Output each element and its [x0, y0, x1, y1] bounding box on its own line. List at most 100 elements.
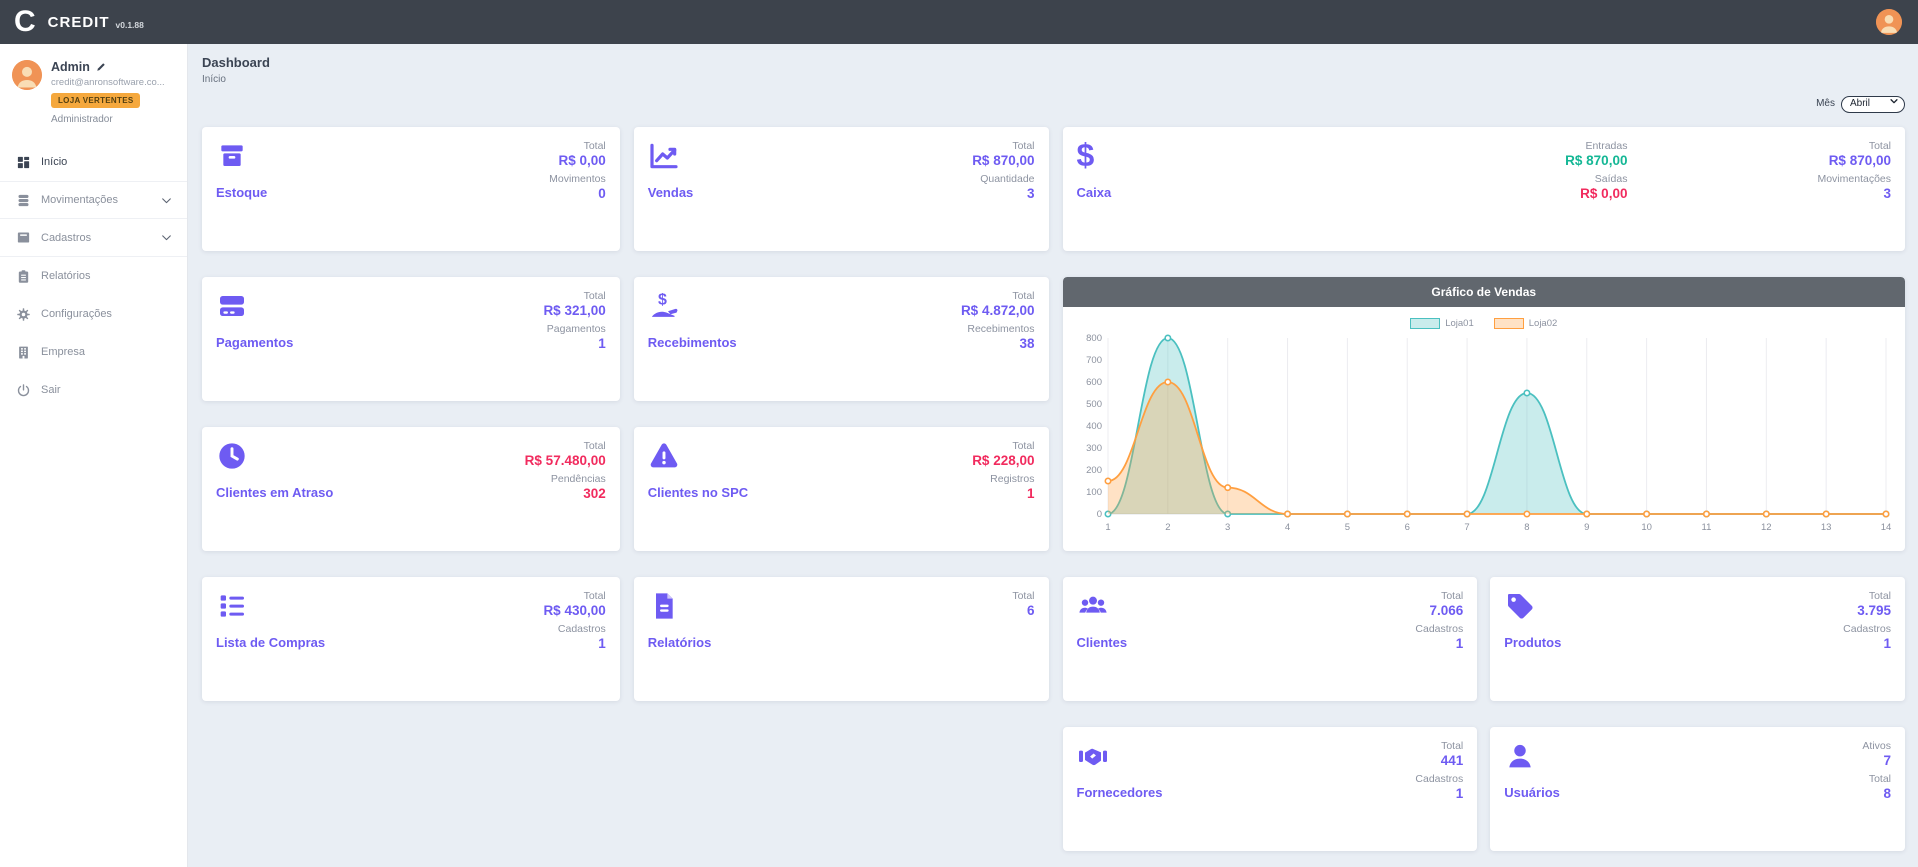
- person-icon: [1876, 9, 1902, 35]
- card-clientes-em-atraso[interactable]: Clientes em AtrasoTotalR$ 57.480,00Pendê…: [202, 427, 620, 551]
- card-title: Pagamentos: [216, 335, 293, 350]
- stat-label: Registros: [972, 473, 1034, 485]
- sidebar-item-label: Empresa: [41, 346, 85, 358]
- svg-text:2: 2: [1165, 522, 1170, 533]
- hand-dollar-icon: $: [648, 290, 680, 322]
- chevron-down-icon: [160, 231, 173, 244]
- card-produtos[interactable]: ProdutosTotal3.795Cadastros1: [1490, 577, 1905, 701]
- sidebar-item-configuracoes[interactable]: Configurações: [0, 295, 187, 333]
- card-pagamentos[interactable]: PagamentosTotalR$ 321,00Pagamentos1: [202, 277, 620, 401]
- sidebar-item-label: Movimentações: [41, 194, 118, 206]
- svg-text:$: $: [658, 292, 667, 309]
- card-left: Relatórios: [648, 587, 712, 691]
- card-title: Usuários: [1504, 785, 1560, 800]
- card-vendas[interactable]: Vendas TotalR$ 870,00 Quantidade3: [634, 127, 1049, 251]
- month-select[interactable]: Abril: [1841, 96, 1905, 113]
- profile-email: credit@anronsoftware.co...: [51, 77, 165, 88]
- stat-group: Total6: [1012, 587, 1034, 691]
- stat-value: 8: [1862, 785, 1891, 803]
- card-fornecedores[interactable]: FornecedoresTotal441Cadastros1: [1063, 727, 1478, 851]
- card-lista-de-compras[interactable]: Lista de ComprasTotalR$ 430,00Cadastros1: [202, 577, 620, 701]
- chevron-down-icon: [160, 194, 173, 207]
- card-relatorios[interactable]: Relatórios Total6: [634, 577, 1049, 701]
- stat-value: R$ 321,00: [543, 302, 605, 320]
- stat-value: 302: [525, 485, 606, 503]
- card-column-2: VendasTotalR$ 870,00Quantidade3$Recebime…: [634, 127, 1049, 851]
- stat-label: Cadastros: [543, 623, 605, 635]
- sidebar-item-movimentacoes[interactable]: Movimentações: [0, 181, 187, 219]
- card-title: Fornecedores: [1077, 785, 1163, 800]
- svg-text:7: 7: [1464, 522, 1469, 533]
- card-left: Usuários: [1504, 737, 1560, 841]
- card-title: Clientes: [1077, 635, 1128, 650]
- sidebar-item-sair[interactable]: Sair: [0, 371, 187, 409]
- stat-label: Total: [972, 140, 1034, 152]
- legend-item-loja01[interactable]: Loja01: [1410, 318, 1474, 329]
- tag-icon: [1504, 590, 1536, 622]
- stat-label: Total: [972, 440, 1034, 452]
- svg-text:0: 0: [1096, 509, 1101, 520]
- card-recebimentos[interactable]: $RecebimentosTotalR$ 4.872,00Recebimento…: [634, 277, 1049, 401]
- card-stats: Ativos7 Total8: [1862, 737, 1891, 841]
- legend-item-loja02[interactable]: Loja02: [1494, 318, 1558, 329]
- svg-text:3: 3: [1225, 522, 1230, 533]
- user-avatar[interactable]: [1876, 9, 1902, 35]
- layers-icon: [16, 193, 31, 208]
- grid-icon: [16, 155, 31, 170]
- stat-label: Total: [1862, 773, 1891, 785]
- stat-label: Total: [549, 140, 606, 152]
- svg-text:12: 12: [1761, 522, 1772, 533]
- legend-swatch: [1410, 318, 1440, 329]
- stat-value: 7.066: [1415, 602, 1463, 620]
- stat-value: R$ 870,00: [1817, 152, 1891, 170]
- card-stats: EntradasR$ 870,00SaídasR$ 0,00TotalR$ 87…: [1565, 137, 1891, 241]
- card-left: Vendas: [648, 137, 694, 241]
- stat-label: Ativos: [1862, 740, 1891, 752]
- stat-value: R$ 870,00: [972, 152, 1034, 170]
- card-caixa[interactable]: $CaixaEntradasR$ 870,00SaídasR$ 0,00Tota…: [1063, 127, 1906, 251]
- sidebar-item-label: Cadastros: [41, 232, 91, 244]
- svg-text:11: 11: [1701, 522, 1711, 533]
- card-stats: TotalR$ 57.480,00Pendências302: [525, 437, 606, 541]
- svg-text:8: 8: [1524, 522, 1529, 533]
- card-estoque[interactable]: EstoqueTotalR$ 0,00Movimentos0: [202, 127, 620, 251]
- stat-value: R$ 870,00: [1565, 152, 1627, 170]
- sales-chart-canvas: 0100200300400500600700800123456789101112…: [1074, 330, 1894, 536]
- stat-label: Total: [543, 590, 605, 602]
- page-title: Dashboard: [202, 55, 1905, 70]
- card-clientes-no-spc[interactable]: Clientes no SPCTotalR$ 228,00Registros1: [634, 427, 1049, 551]
- chart-icon: [648, 140, 680, 172]
- card-title: Vendas: [648, 185, 694, 200]
- stat-group: TotalR$ 228,00Registros1: [972, 437, 1034, 541]
- stat-value: 3: [972, 185, 1034, 203]
- profile-block: Admin credit@anronsoftware.co... LOJA VE…: [0, 44, 187, 133]
- sidebar-item-label: Configurações: [41, 308, 112, 320]
- stat-group: TotalR$ 57.480,00Pendências302: [525, 437, 606, 541]
- stat-group: Total7.066Cadastros1: [1415, 587, 1463, 691]
- stat-value: 7: [1862, 752, 1891, 770]
- app-version: v0.1.88: [116, 20, 144, 30]
- legend-label: Loja02: [1529, 318, 1558, 329]
- card-clientes[interactable]: Clientes Total7.066Cadastros1: [1063, 577, 1478, 701]
- clock-icon: [216, 440, 248, 472]
- card-left: Clientes: [1077, 587, 1128, 691]
- month-filter-label: Mês: [1816, 98, 1835, 109]
- sidebar-item-inicio[interactable]: Início: [0, 143, 187, 181]
- stat-value: 1: [543, 335, 605, 353]
- card-left: $ Recebimentos: [648, 287, 737, 391]
- sidebar-item-cadastros[interactable]: Cadastros: [0, 219, 187, 257]
- card-usuarios[interactable]: Usuários Ativos7 Total8: [1490, 727, 1905, 851]
- sidebar-item-empresa[interactable]: Empresa: [0, 333, 187, 371]
- sidebar-item-relatorios[interactable]: Relatórios: [0, 257, 187, 295]
- file-icon: [648, 590, 680, 622]
- card-left: Lista de Compras: [216, 587, 325, 691]
- sidebar-item-label: Início: [41, 156, 67, 168]
- breadcrumb: Início: [202, 74, 1905, 85]
- stat-label: Quantidade: [972, 173, 1034, 185]
- edit-pencil-icon[interactable]: [96, 62, 106, 72]
- svg-text:100: 100: [1086, 487, 1102, 498]
- stat-value: R$ 0,00: [549, 152, 606, 170]
- stat-value: R$ 228,00: [972, 452, 1034, 470]
- card-title: Recebimentos: [648, 335, 737, 350]
- stat-value: 3: [1817, 185, 1891, 203]
